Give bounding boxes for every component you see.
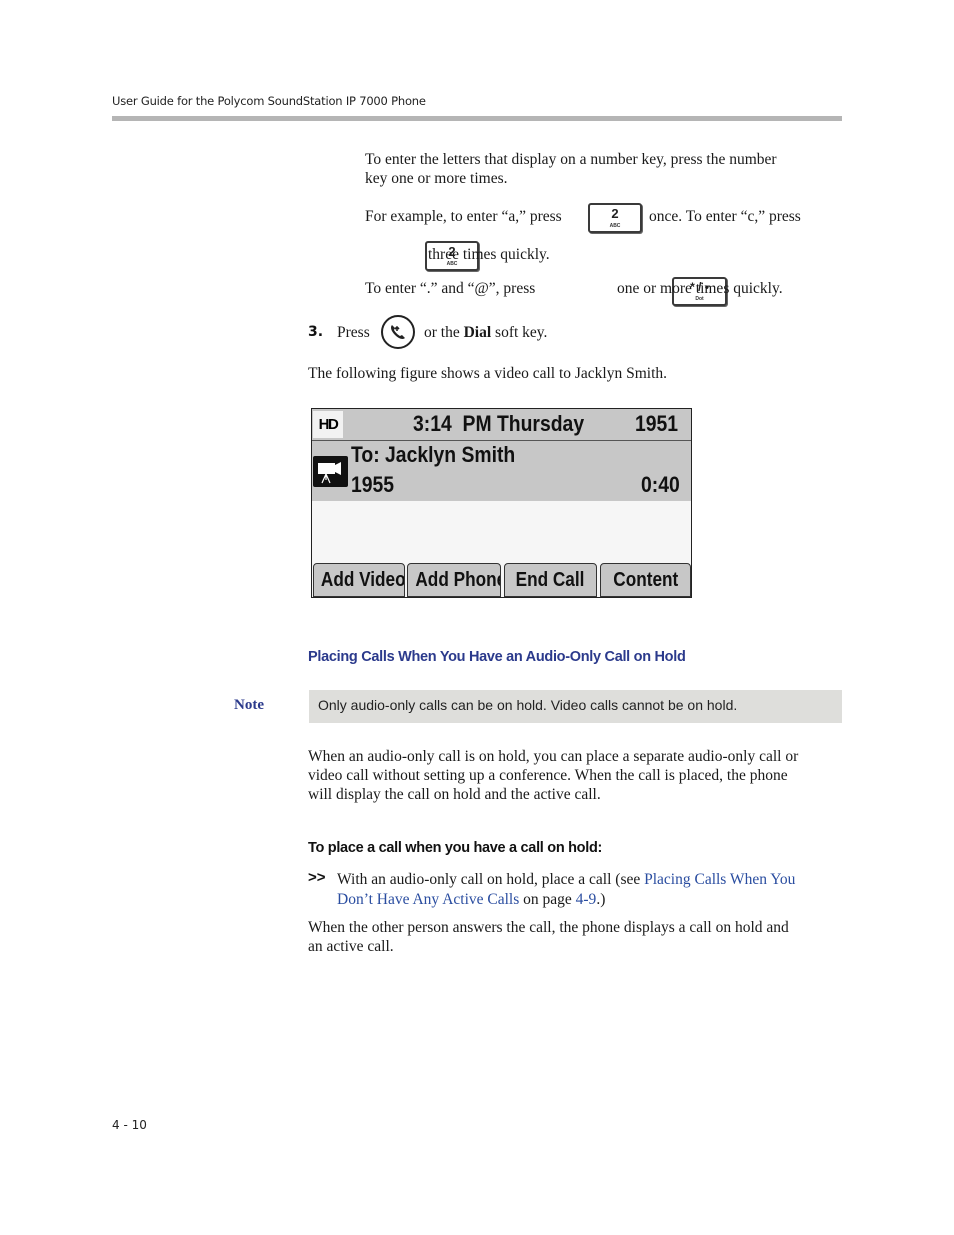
status-time: 3:14 PM Thursday: [413, 411, 585, 436]
video-camera-icon: [313, 456, 348, 487]
header-rule: [112, 116, 842, 121]
result-paragraph: When the other person answers the call, …: [308, 919, 789, 955]
letters-line-2: key one or more times.: [365, 170, 508, 187]
link-page-4-9[interactable]: 4-9: [576, 891, 597, 908]
softkey-content[interactable]: Content: [600, 563, 691, 597]
example-middle: once. To enter “c,” press: [649, 208, 801, 225]
example-suffix: three times quickly.: [428, 246, 550, 263]
symbols-line: To enter “.” and “@”, press: [365, 280, 536, 297]
example-line: For example, to enter “a,” press: [365, 208, 562, 225]
section-title: Placing Calls When You Have an Audio-Onl…: [308, 649, 686, 665]
procedure-step: With an audio-only call on hold, place a…: [337, 871, 796, 908]
page-number: 4 - 10: [112, 1118, 147, 1132]
note-text: Only audio-only calls can be on hold. Vi…: [318, 697, 738, 713]
step-press: Press: [337, 324, 370, 341]
send-call-icon: [381, 315, 415, 349]
link-placing-calls[interactable]: Placing Calls When You: [644, 871, 795, 888]
call-number: 1955: [351, 472, 395, 497]
note-box: Only audio-only calls can be on hold. Vi…: [309, 690, 842, 723]
softkey-end-call[interactable]: End Call: [504, 563, 597, 597]
line-number: 1951: [635, 411, 679, 436]
letters-instruction: To enter the letters that display on a n…: [365, 150, 777, 188]
hold-paragraph: When an audio-only call is on hold, you …: [308, 748, 799, 803]
figure-intro: The following figure shows a video call …: [308, 365, 668, 382]
symbols-suffix: one or more times quickly.: [617, 280, 783, 297]
note-label: Note: [234, 697, 264, 713]
softkey-add-video[interactable]: Add Video: [313, 563, 405, 597]
letters-line-1: To enter the letters that display on a n…: [365, 151, 777, 168]
step-suffix: or the Dial soft key.: [424, 324, 548, 341]
call-duration: 0:40: [641, 472, 680, 497]
bullet-marker: >>: [308, 869, 326, 886]
hd-badge: HD: [313, 411, 343, 438]
active-call-row: To: Jacklyn Smith 1955 0:40: [312, 441, 691, 501]
softkey-add-phone[interactable]: Add Phone: [407, 563, 501, 597]
status-bar: HD 3:14 PM Thursday 1951: [312, 409, 691, 441]
running-header: User Guide for the Polycom SoundStation …: [112, 94, 426, 108]
dial-softkey-label: Dial: [463, 324, 492, 341]
key-2-icon: 2 ABC: [588, 203, 642, 233]
link-placing-calls-cont[interactable]: Don’t Have Any Active Calls: [337, 891, 519, 908]
step-number: 3.: [308, 324, 324, 340]
procedure-title: To place a call when you have a call on …: [308, 840, 603, 856]
phone-screen-figure: HD 3:14 PM Thursday 1951 To: Jacklyn Smi…: [311, 408, 692, 598]
call-to: To: Jacklyn Smith: [351, 442, 516, 467]
